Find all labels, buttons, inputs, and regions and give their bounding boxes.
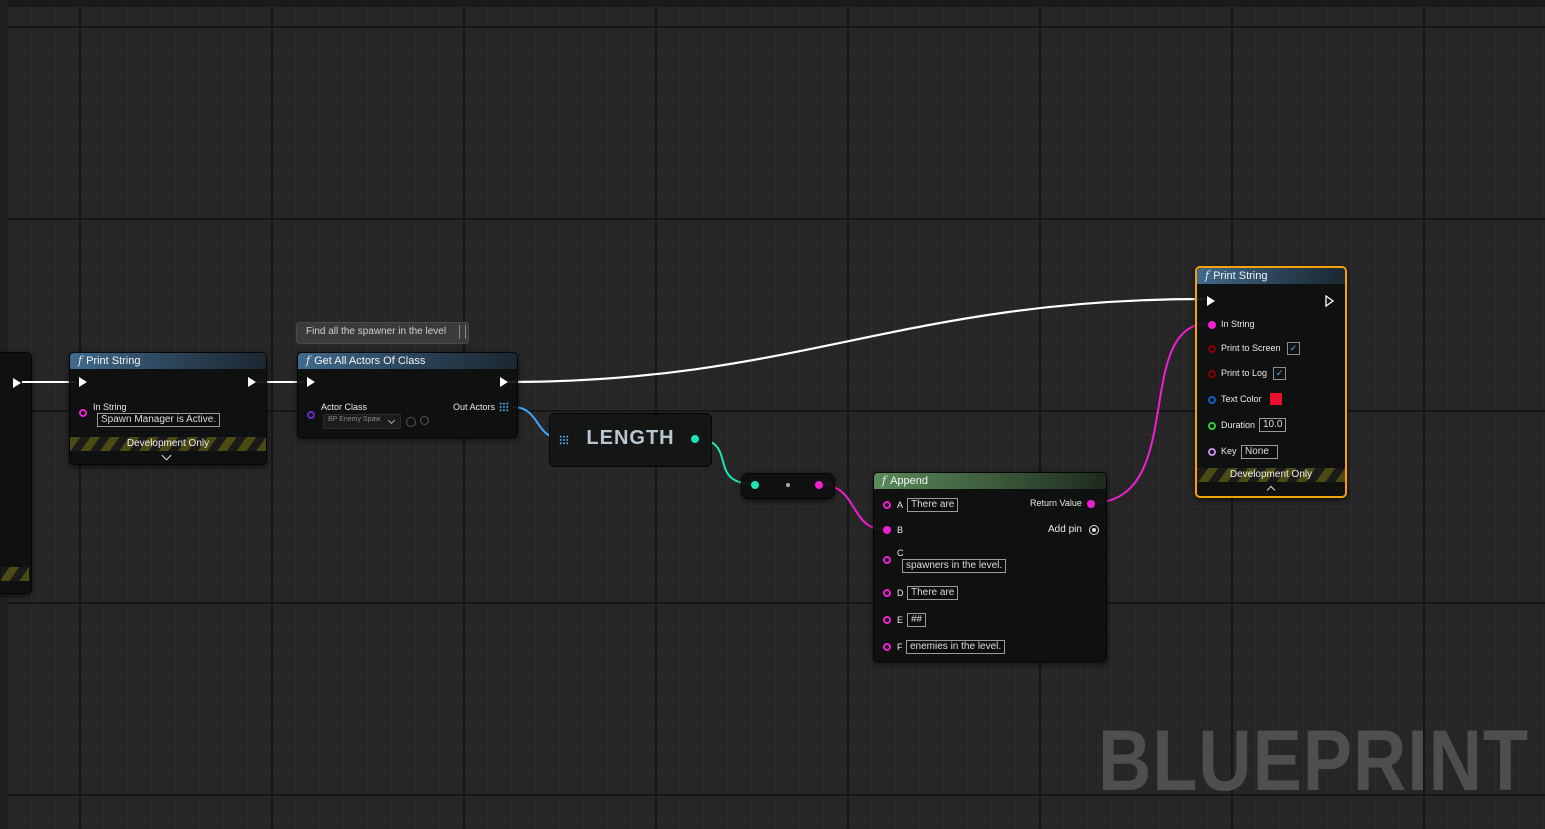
function-icon: f (306, 354, 311, 367)
print-to-screen-checkbox[interactable]: ✓ (1287, 342, 1300, 355)
in-string-label: In String (93, 402, 127, 412)
dev-only-stripe: Development Only (70, 437, 266, 451)
chevron-down-icon (387, 416, 396, 425)
pin-a-field[interactable]: There are (907, 498, 959, 512)
pin-f[interactable] (883, 643, 891, 651)
pin-b-label: B (897, 525, 904, 535)
print-to-log-checkbox[interactable]: ✓ (1273, 367, 1286, 380)
pin-e-label: E (897, 615, 904, 625)
pin-a[interactable] (883, 501, 891, 509)
print-to-screen-pin[interactable] (1208, 345, 1216, 353)
out-actors-label: Out Actors (453, 402, 496, 412)
conversion-node[interactable] (741, 473, 835, 499)
text-color-pin[interactable] (1208, 396, 1216, 404)
pin-e[interactable] (883, 616, 891, 624)
node-header: f Append (874, 473, 1106, 489)
dev-only-label: Development Only (1229, 469, 1313, 480)
browse-search-icon[interactable] (420, 416, 429, 425)
node-header: f Get All Actors Of Class (298, 353, 517, 369)
use-selected-icon[interactable] (406, 417, 416, 427)
out-actors-array-pin[interactable] (499, 402, 509, 412)
function-icon: f (1205, 269, 1210, 282)
exec-in-pin[interactable] (307, 377, 315, 387)
pin-c-field[interactable]: spawners in the level. (902, 559, 1007, 573)
pin-b[interactable] (883, 526, 891, 534)
duration-field[interactable]: 10.0 (1259, 418, 1287, 432)
pin-f-label: F (897, 642, 903, 652)
in-string-label: In String (1221, 319, 1255, 329)
add-pin-icon[interactable] (1089, 525, 1099, 535)
length-node[interactable]: LENGTH (549, 413, 712, 467)
in-string-field[interactable]: Spawn Manager is Active. (97, 413, 221, 427)
array-input-pin[interactable] (559, 435, 569, 445)
duration-label: Duration (1221, 420, 1256, 430)
pin-f-field[interactable]: enemies in the level. (906, 640, 1006, 654)
print-to-screen-label: Print to Screen (1221, 343, 1281, 353)
actor-class-value: BP Enemy Spaw (328, 416, 381, 423)
dev-only-stripe: Development Only (1197, 468, 1345, 482)
comment-bubble[interactable]: Find all the spawner in the level (296, 322, 469, 344)
blueprint-watermark: BLUEPRINT (1098, 713, 1529, 809)
string-output-pin[interactable] (815, 481, 823, 489)
function-icon: f (882, 474, 887, 487)
comment-pin-icon[interactable] (459, 325, 466, 339)
duration-pin[interactable] (1208, 422, 1216, 430)
node-title: Print String (86, 355, 141, 367)
pin-c-label: C (897, 548, 904, 558)
append-node[interactable]: f Append A There are B C spawners in the … (873, 472, 1107, 662)
string-wire-2 (1090, 322, 1211, 504)
length-title: LENGTH (586, 427, 675, 449)
node-title: Get All Actors Of Class (314, 355, 426, 367)
exec-in-pin[interactable] (79, 377, 87, 387)
node-title: Print String (1213, 270, 1268, 282)
get-all-actors-node[interactable]: f Get All Actors Of Class Actor Class BP … (297, 352, 518, 438)
int-output-pin[interactable] (691, 435, 699, 443)
node-header: f Print String (1197, 268, 1345, 284)
dev-only-stripe (1, 567, 29, 581)
text-color-swatch[interactable] (1269, 392, 1283, 406)
in-string-pin[interactable] (79, 409, 87, 417)
function-icon: f (78, 354, 83, 367)
expand-chevron-icon[interactable] (161, 450, 172, 461)
pin-c[interactable] (883, 556, 891, 564)
print-string-node-1[interactable]: f Print String In String Spawn Manager is… (69, 352, 267, 465)
partial-node-left[interactable] (0, 352, 32, 594)
exec-in-pin[interactable] (1207, 296, 1215, 306)
pin-e-field[interactable]: ## (907, 613, 927, 627)
print-to-log-pin[interactable] (1208, 370, 1216, 378)
node-header: f Print String (70, 353, 266, 369)
add-pin-label[interactable]: Add pin (1048, 524, 1082, 535)
return-value-pin[interactable] (1087, 500, 1095, 508)
text-color-label: Text Color (1221, 394, 1262, 404)
exec-wire-3 (507, 297, 1206, 384)
return-value-label: Return Value (1030, 498, 1082, 508)
exec-out-pin[interactable] (1325, 295, 1335, 307)
actor-class-label: Actor Class (321, 402, 368, 412)
actor-class-pin[interactable] (307, 411, 315, 419)
exec-out-pin[interactable] (248, 377, 256, 387)
pin-d[interactable] (883, 589, 891, 597)
exec-out-pin[interactable] (500, 377, 508, 387)
actor-class-dropdown[interactable]: BP Enemy Spaw (323, 414, 401, 429)
comment-text: Find all the spawner in the level (306, 326, 447, 337)
pin-d-field[interactable]: There are (907, 586, 959, 600)
key-field[interactable]: None (1241, 445, 1278, 459)
collapse-chevron-icon[interactable] (1266, 485, 1276, 495)
key-label: Key (1221, 446, 1237, 456)
top-bar (0, 0, 1545, 7)
exec-out-pin[interactable] (13, 378, 21, 388)
int-input-pin[interactable] (751, 481, 759, 489)
key-pin[interactable] (1208, 448, 1216, 456)
conversion-dot (786, 483, 790, 487)
pin-a-label: A (897, 500, 904, 510)
print-to-log-label: Print to Log (1221, 368, 1268, 378)
dev-only-label: Development Only (126, 438, 210, 449)
print-string-node-2[interactable]: f Print String In String Print to Screen … (1195, 266, 1347, 498)
in-string-pin[interactable] (1208, 321, 1216, 329)
pin-d-label: D (897, 588, 904, 598)
node-title: Append (890, 475, 929, 487)
